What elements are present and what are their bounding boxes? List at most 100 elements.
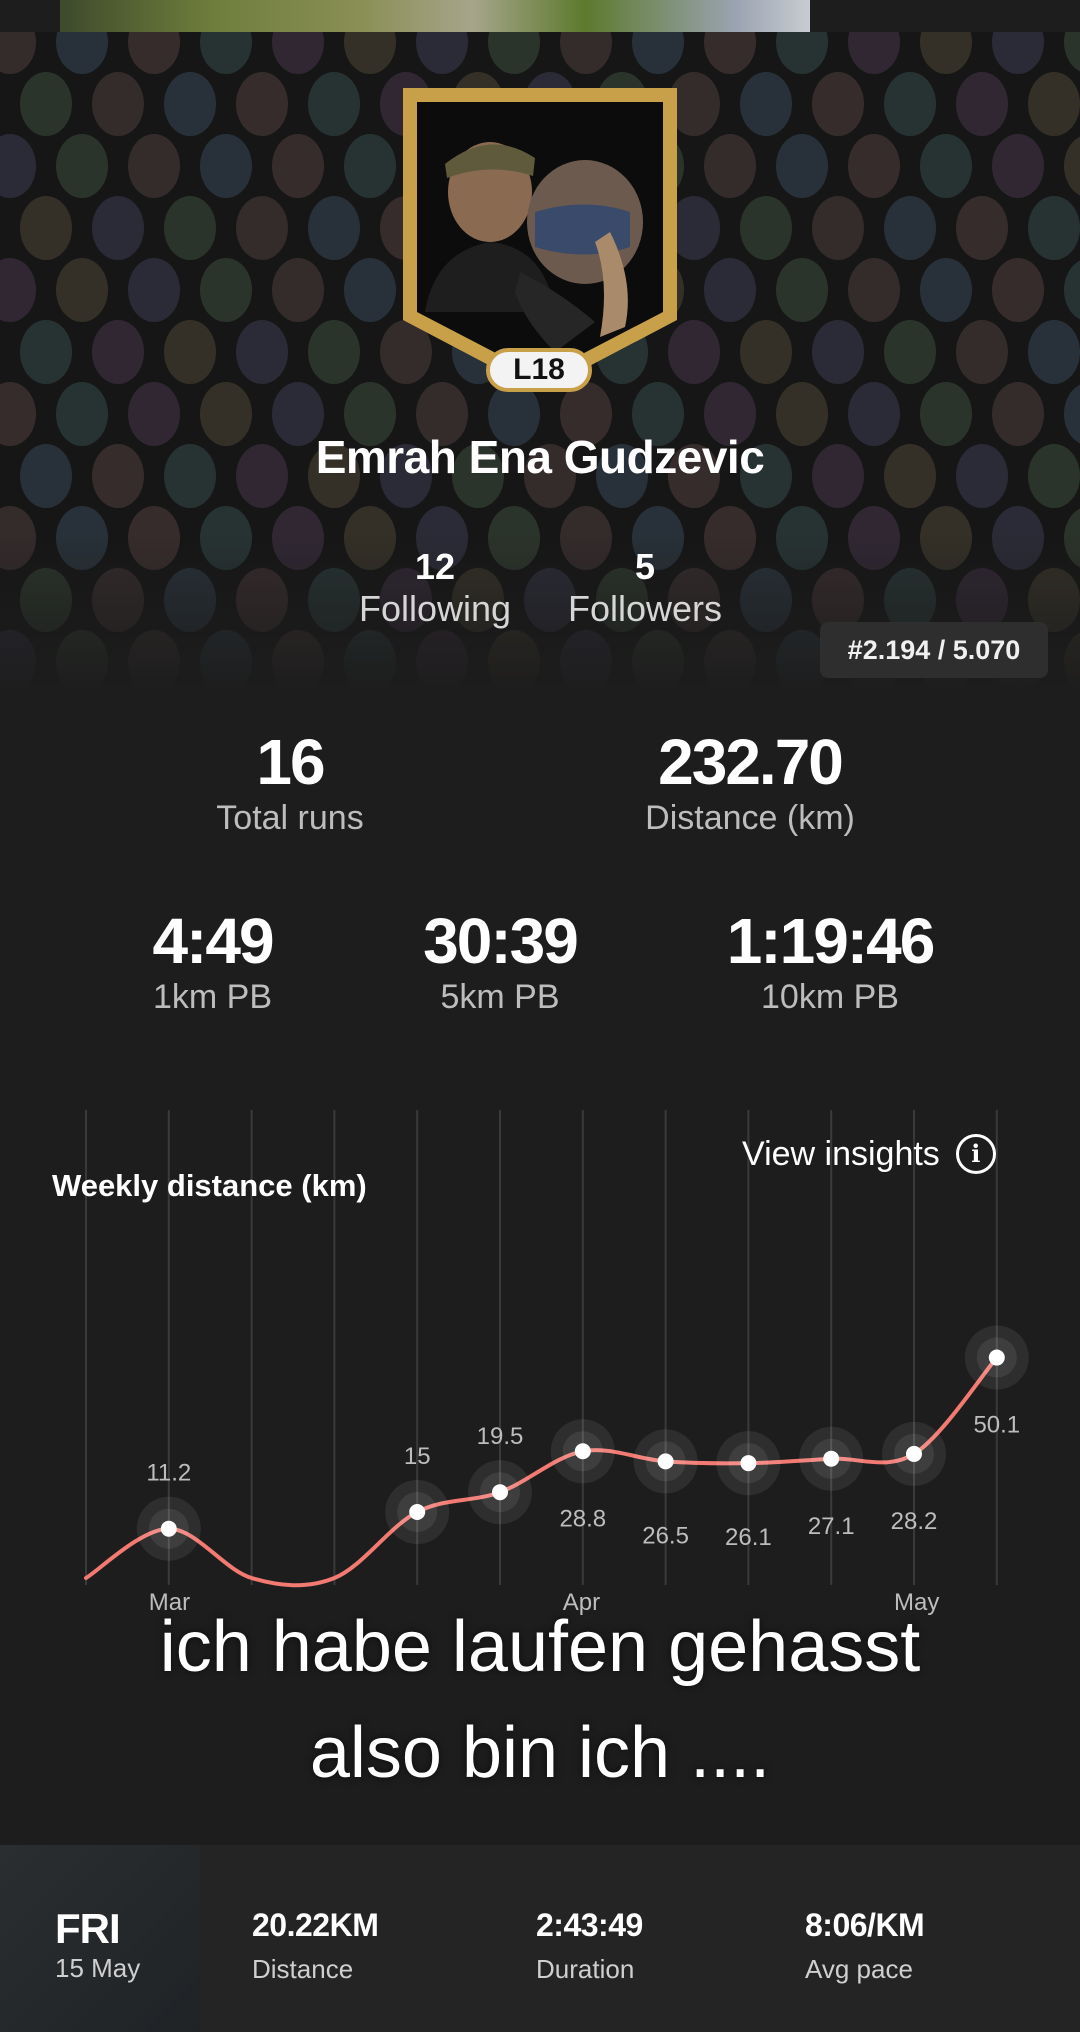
following-label: Following [358, 588, 512, 629]
data-point[interactable] [574, 1443, 591, 1460]
pattern-egg [1064, 260, 1080, 320]
caption-line-2: also bin ich .... [309, 1713, 771, 1793]
pb-5km-label: 5km PB [440, 978, 560, 1016]
view-insights-button[interactable]: View insights i [742, 1132, 996, 1176]
distance-label: Distance (km) [645, 799, 855, 837]
pattern-egg [560, 32, 612, 74]
pattern-egg [956, 72, 1008, 136]
data-label: 26.5 [642, 1522, 689, 1549]
data-point[interactable] [906, 1445, 922, 1462]
last-activity-card[interactable]: FRI 15 May 20.22KM Distance 2:43:49 Dura… [0, 1845, 1080, 2032]
pattern-egg [920, 258, 972, 322]
activity-pace: 8:06/KM Avg pace [805, 1907, 925, 1985]
data-label: 27.1 [808, 1513, 855, 1540]
pb-10km-stat: 1:19:46 10km PB [680, 905, 980, 1017]
top-photo-strip [0, 0, 1080, 32]
activity-date: 15 May [55, 1953, 141, 1983]
data-point[interactable] [740, 1455, 757, 1472]
pattern-egg [740, 320, 792, 384]
pattern-egg [740, 196, 792, 260]
pattern-egg [92, 320, 144, 384]
pattern-egg [812, 196, 864, 260]
data-point[interactable] [409, 1504, 426, 1520]
pattern-egg [200, 32, 252, 74]
level-badge: L18 [486, 348, 592, 392]
pattern-egg [884, 320, 936, 384]
data-point[interactable] [657, 1453, 674, 1470]
pattern-egg [992, 134, 1044, 198]
pattern-egg [92, 72, 144, 136]
pb-5km-stat: 30:39 5km PB [370, 905, 630, 1017]
previous-photo-edge [60, 0, 810, 32]
pattern-egg [128, 32, 180, 74]
info-icon: i [955, 1134, 996, 1174]
pattern-egg [1028, 196, 1080, 260]
pattern-egg [1028, 320, 1080, 384]
pattern-egg [56, 32, 108, 74]
data-point[interactable] [988, 1349, 1005, 1366]
pb-1km-label: 1km PB [152, 978, 273, 1016]
activity-pace-value: 8:06/KM [805, 1907, 925, 1943]
data-label: 26.1 [725, 1524, 772, 1551]
pattern-egg [92, 196, 144, 260]
total-runs-value: 16 [256, 726, 325, 798]
pattern-egg [956, 196, 1008, 260]
rank-badge[interactable]: #2.194 / 5.070 [820, 622, 1048, 678]
pattern-egg [884, 72, 936, 136]
following-count: 12 [414, 546, 456, 587]
data-point[interactable] [160, 1520, 177, 1537]
pattern-egg [848, 258, 900, 322]
pattern-egg [236, 320, 288, 384]
chart-title: Weekly distance (km) [52, 1168, 367, 1203]
pattern-egg [344, 258, 396, 322]
pattern-egg [272, 258, 324, 322]
activity-distance: 20.22KM Distance [252, 1907, 379, 1985]
pattern-egg [344, 134, 396, 198]
pattern-egg [1064, 136, 1080, 196]
data-label: 28.8 [559, 1505, 606, 1532]
followers-count: 5 [634, 546, 656, 587]
pattern-egg [704, 32, 756, 74]
distance-stat: 232.70 Distance (km) [580, 726, 920, 838]
data-point[interactable] [823, 1450, 840, 1467]
pattern-egg [0, 32, 36, 74]
pattern-egg [884, 196, 936, 260]
followers-stat[interactable]: 5 Followers [555, 547, 735, 631]
distance-value: 232.70 [658, 726, 844, 798]
pattern-egg [200, 258, 252, 322]
followers-label: Followers [567, 588, 723, 629]
pattern-egg [164, 196, 216, 260]
data-label: 11.2 [146, 1460, 191, 1487]
pattern-egg [848, 134, 900, 198]
activity-duration: 2:43:49 Duration [536, 1907, 643, 1985]
activity-pace-label: Avg pace [805, 1954, 913, 1984]
caption-line-1: ich habe laufen gehasst [159, 1607, 921, 1687]
activity-distance-value: 20.22KM [252, 1907, 379, 1943]
pattern-egg [776, 258, 828, 322]
pattern-egg [776, 134, 828, 198]
pattern-egg [992, 32, 1044, 74]
activity-day: FRI [55, 1905, 121, 1952]
pattern-egg [344, 32, 396, 74]
pattern-egg [20, 196, 72, 260]
pattern-egg [308, 196, 360, 260]
pattern-egg [56, 134, 108, 198]
pattern-egg [272, 134, 324, 198]
pb-10km-label: 10km PB [761, 978, 899, 1016]
following-stat[interactable]: 12 Following [340, 547, 530, 631]
pattern-egg [812, 320, 864, 384]
pattern-egg [416, 32, 468, 74]
pattern-egg [632, 32, 684, 74]
pattern-egg [56, 258, 108, 322]
profile-header: L18 Emrah Ena Gudzevic 12 Following 5 Fo… [0, 32, 1080, 692]
pattern-egg [776, 32, 828, 74]
activity-duration-label: Duration [536, 1954, 635, 1984]
pattern-egg [0, 258, 36, 322]
pattern-egg [740, 72, 792, 136]
data-label: 19.5 [477, 1423, 524, 1450]
activity-distance-label: Distance [252, 1954, 354, 1984]
pattern-egg [236, 196, 288, 260]
pattern-egg [308, 320, 360, 384]
data-point[interactable] [492, 1484, 508, 1501]
total-runs-stat: 16 Total runs [150, 726, 430, 838]
